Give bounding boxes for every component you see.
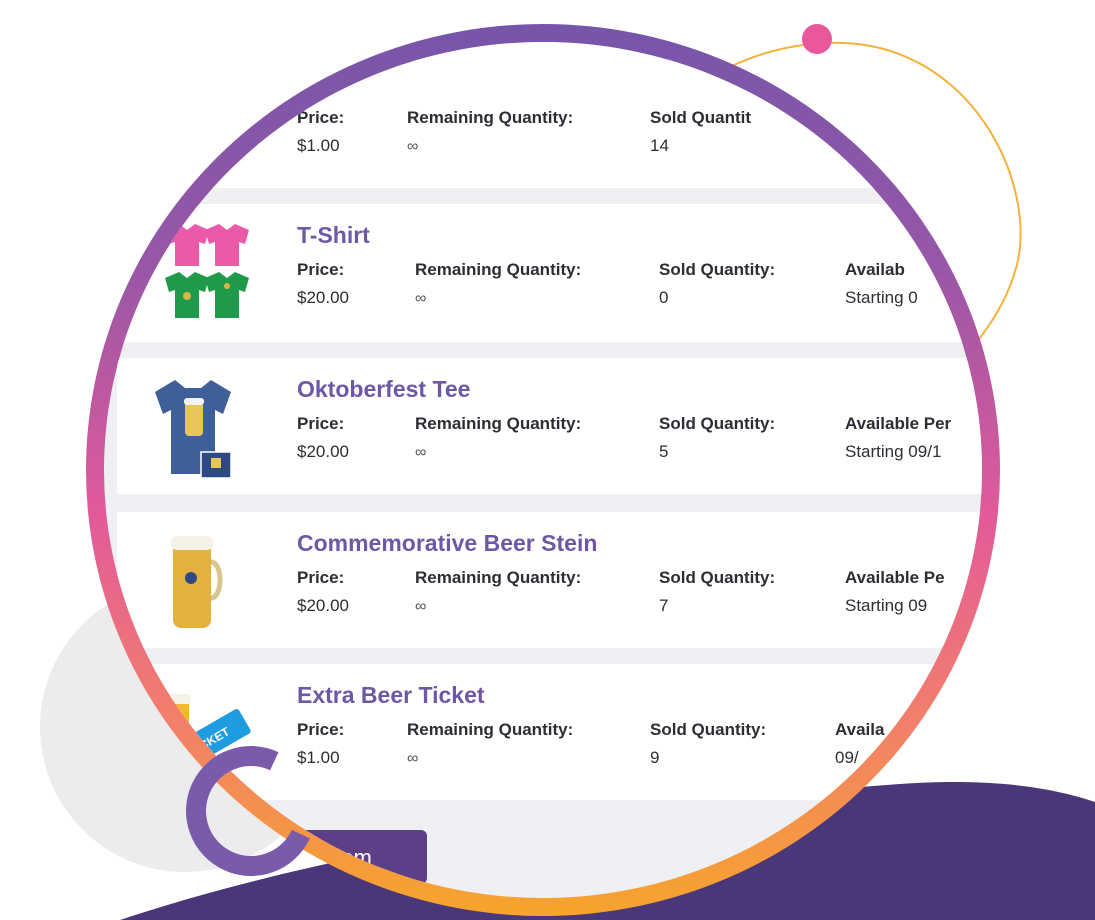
available-value: Starting 0 (845, 288, 918, 307)
sold-value: 0 (659, 288, 669, 307)
sold-label: Sold Quantity: (650, 720, 767, 739)
sold-label: Sold Quantit (650, 108, 752, 127)
tee-icon (155, 380, 232, 479)
sold-value: 5 (659, 442, 669, 461)
sold-value: 14 (650, 136, 669, 155)
price-value: $20.00 (297, 288, 349, 307)
sold-label: Sold Quantity: (659, 260, 776, 279)
list-item[interactable]: T-Shirt Price: Remaining Quantity: Sold … (117, 204, 982, 342)
available-label: Available Pe (845, 568, 945, 587)
price-value: $20.00 (297, 596, 349, 615)
sold-value: 9 (650, 748, 660, 767)
sold-label: Sold Quantity: (659, 414, 776, 433)
remaining-value: ∞ (415, 444, 427, 461)
item-title[interactable]: T-Shirt (297, 222, 370, 249)
sold-label: Sold Quantity: (659, 568, 776, 587)
list-item[interactable]: Price: Remaining Quantity: Sold Quantit … (117, 42, 982, 188)
sold-value: 7 (659, 596, 669, 615)
beer-stein-icon (171, 536, 223, 628)
price-label: Price: (297, 108, 345, 127)
remaining-value: ∞ (415, 598, 427, 615)
orbit-dot (802, 24, 832, 54)
remaining-label: Remaining Quantity: (415, 414, 582, 433)
remaining-value: ∞ (415, 290, 427, 307)
available-value: Starting 09 (845, 596, 928, 615)
item-title[interactable]: Oktoberfest Tee (297, 376, 470, 403)
price-value: $1.00 (297, 748, 340, 767)
price-label: Price: (297, 720, 345, 739)
item-title[interactable]: Commemorative Beer Stein (297, 530, 597, 557)
price-value: $1.00 (297, 136, 340, 155)
remaining-label: Remaining Quantity: (415, 568, 582, 587)
stage: Price: Remaining Quantity: Sold Quantit … (0, 0, 1095, 920)
remaining-value: ∞ (407, 138, 419, 155)
remaining-label: Remaining Quantity: (407, 720, 574, 739)
price-label: Price: (297, 568, 345, 587)
tshirt-icon (165, 224, 249, 318)
available-label: Availab (845, 260, 905, 279)
available-value: 09/ (835, 748, 859, 767)
available-label: Availa (835, 720, 885, 739)
remaining-label: Remaining Quantity: (407, 108, 574, 127)
available-value: Starting 09/1 (845, 442, 942, 461)
list-item[interactable]: Oktoberfest Tee Price: Remaining Quantit… (117, 358, 982, 494)
price-value: $20.00 (297, 442, 349, 461)
item-title[interactable]: Extra Beer Ticket (297, 682, 485, 709)
list-item[interactable]: Commemorative Beer Stein Price: Remainin… (117, 512, 982, 648)
available-label: Available Per (845, 414, 952, 433)
price-label: Price: (297, 414, 345, 433)
price-label: Price: (297, 260, 345, 279)
remaining-value: ∞ (407, 750, 419, 767)
remaining-label: Remaining Quantity: (415, 260, 582, 279)
